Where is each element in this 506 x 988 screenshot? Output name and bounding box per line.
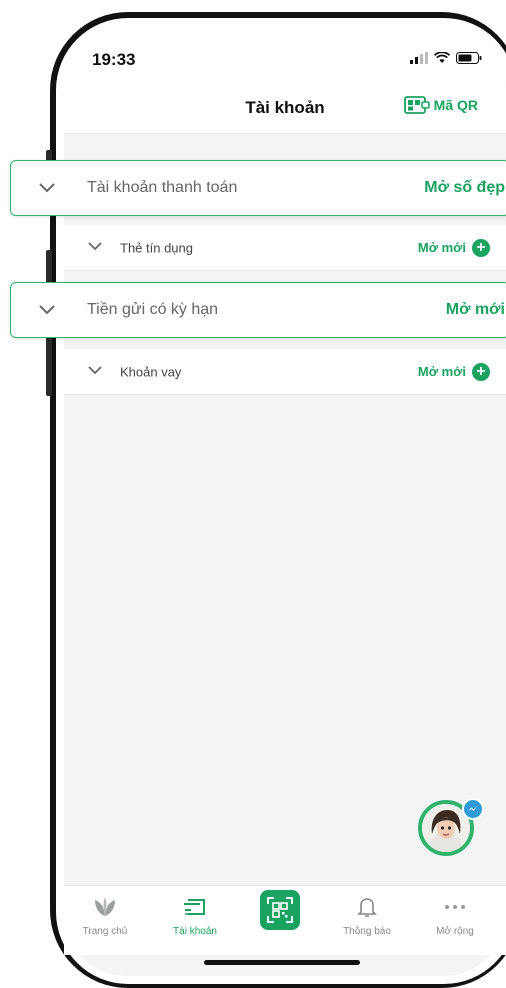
- term-deposit-open-new-button[interactable]: Mở mới: [446, 301, 505, 319]
- qr-code-label: Mã QR: [433, 97, 478, 113]
- more-dots-icon: [445, 905, 465, 909]
- wallet-icon: [184, 899, 205, 915]
- status-icons: [410, 52, 482, 64]
- qr-wallet-icon: [403, 96, 430, 114]
- home-leaf-icon: [95, 897, 115, 916]
- qr-scan-button[interactable]: [260, 890, 300, 930]
- home-indicator[interactable]: [204, 960, 360, 965]
- term-deposit-label: Tiền gửi có kỳ hạn: [87, 301, 219, 318]
- open-new-label: Mở mới: [417, 364, 466, 379]
- payment-account-card[interactable]: Tài khoản thanh toán Mở số đẹp: [10, 160, 506, 216]
- nav-notifications-label: Thông báo: [343, 926, 391, 937]
- credit-card-open-new-button[interactable]: Mở mới +: [417, 238, 490, 257]
- loan-label: Khoản vay: [120, 364, 182, 379]
- nav-accounts-label: Tài khoản: [173, 926, 217, 937]
- credit-card-row[interactable]: Thẻ tín dụng Mở mới +: [64, 225, 506, 271]
- loan-row[interactable]: Khoản vay Mở mới +: [64, 349, 506, 395]
- nav-more-label: Mở rộng: [436, 926, 474, 937]
- chevron-down-icon: [39, 183, 55, 193]
- nav-notifications[interactable]: Thông báo: [332, 894, 402, 937]
- bottom-navigation: Trang chủ Tài khoản Thông báo Mở rộng: [64, 885, 506, 955]
- nav-accounts[interactable]: Tài khoản: [160, 894, 230, 937]
- battery-icon: [456, 52, 482, 64]
- open-nice-number-button[interactable]: Mở số đẹp: [424, 179, 505, 197]
- wifi-icon: [434, 52, 450, 63]
- open-new-label: Mở mới: [417, 240, 466, 255]
- app-header: Tài khoản Mã QR: [64, 88, 506, 134]
- credit-card-label: Thẻ tín dụng: [120, 240, 193, 255]
- bell-icon: [357, 898, 377, 917]
- nav-home[interactable]: Trang chủ: [70, 894, 140, 937]
- plus-icon: +: [472, 362, 490, 381]
- nav-more[interactable]: Mở rộng: [420, 894, 490, 937]
- loan-open-new-button[interactable]: Mở mới +: [417, 362, 490, 381]
- qr-scan-icon: [267, 897, 293, 923]
- chevron-down-icon: [88, 365, 102, 374]
- volume-down-button: [46, 330, 52, 396]
- signal-icon: [410, 52, 428, 64]
- plus-icon: +: [472, 238, 490, 257]
- messenger-icon: [468, 806, 477, 811]
- term-deposit-card[interactable]: Tiền gửi có kỳ hạn Mở mới: [10, 282, 506, 338]
- chevron-down-icon: [39, 305, 55, 315]
- status-time: 19:33: [92, 50, 136, 69]
- qr-code-button[interactable]: Mã QR: [403, 96, 478, 114]
- chevron-down-icon: [88, 241, 102, 250]
- messenger-badge: [462, 798, 484, 820]
- nav-home-label: Trang chủ: [82, 926, 128, 937]
- payment-account-label: Tài khoản thanh toán: [87, 179, 238, 196]
- status-bar: 19:33: [64, 26, 506, 88]
